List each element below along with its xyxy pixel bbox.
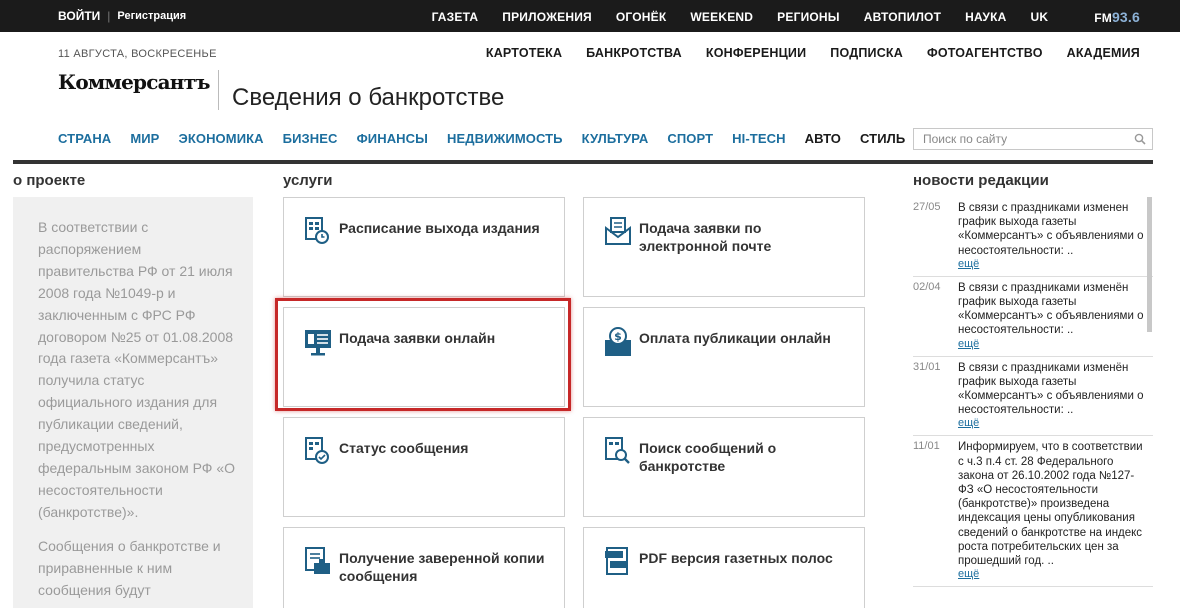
about-paragraph-2: Сообщения о банкротстве и приравненные к…: [38, 537, 221, 598]
service-label: Получение заверенной копии сообщения: [339, 550, 545, 584]
about-panel: В соответствии с распоряжением правитель…: [13, 197, 253, 608]
main-nav-economy[interactable]: ЭКОНОМИКА: [178, 131, 263, 146]
top-nav-autopilot[interactable]: АВТОПИЛОТ: [864, 10, 941, 24]
main-nav: СТРАНА МИР ЭКОНОМИКА БИЗНЕС ФИНАНСЫ НЕДВ…: [58, 131, 924, 146]
news-item: 02/04 В связи с праздниками изменён граф…: [913, 277, 1153, 357]
main-nav-sport[interactable]: СПОРТ: [667, 131, 713, 146]
news-item: 27/05 В связи с праздниками изменен граф…: [913, 197, 1153, 277]
about-paragraph-1: В соответствии с распоряжением правитель…: [38, 219, 235, 520]
news-text: В связи с праздниками изменён график вых…: [958, 281, 1144, 337]
top-nav-ogonek[interactable]: ОГОНЁК: [616, 10, 667, 24]
about-heading: о проекте: [13, 172, 86, 189]
top-nav: ГАЗЕТА ПРИЛОЖЕНИЯ ОГОНЁК WEEKEND РЕГИОНЫ…: [408, 9, 1140, 25]
payment-bag-icon: $: [605, 327, 631, 356]
auth-separator: |: [107, 9, 111, 23]
top-nav-gazeta[interactable]: ГАЗЕТА: [432, 10, 479, 24]
news-text: В связи с праздниками изменен график вых…: [958, 202, 1144, 257]
fm-label: FM: [1094, 11, 1112, 25]
services-heading: услуги: [283, 172, 333, 189]
news-more-link[interactable]: ещё: [958, 258, 1153, 271]
page-title: Сведения о банкротстве: [232, 84, 505, 111]
certified-copy-icon: [305, 547, 330, 574]
news-more-link[interactable]: ещё: [958, 417, 1153, 430]
news-text: Информируем, что в соответствии с ч.3 п.…: [958, 441, 1143, 568]
logo-divider: [218, 70, 219, 110]
main-nav-world[interactable]: МИР: [130, 131, 159, 146]
top-nav-science[interactable]: НАУКА: [965, 10, 1006, 24]
main-nav-style[interactable]: СТИЛЬ: [860, 131, 905, 146]
pdf-xml-icon: [605, 547, 628, 575]
main-nav-finance[interactable]: ФИНАНСЫ: [357, 131, 428, 146]
search-icon[interactable]: [1134, 133, 1146, 145]
main-nav-culture[interactable]: КУЛЬТУРА: [582, 131, 649, 146]
service-label: PDF версия газетных полос: [639, 550, 833, 566]
site-search: [913, 128, 1153, 150]
news-more-link[interactable]: ещё: [958, 338, 1153, 351]
schedule-doc-icon: [305, 217, 329, 244]
sec-nav-kartoteka[interactable]: КАРТОТЕКА: [486, 46, 562, 60]
main-nav-realty[interactable]: НЕДВИЖИМОСТЬ: [447, 131, 563, 146]
service-label: Статус сообщения: [339, 440, 469, 456]
news-date: 11/01: [913, 440, 940, 453]
main-nav-country[interactable]: СТРАНА: [58, 131, 111, 146]
news-item: 11/01 Информируем, что в соответствии с …: [913, 436, 1153, 588]
news-date: 02/04: [913, 280, 941, 293]
login-link[interactable]: ВОЙТИ: [58, 9, 100, 23]
top-nav-uk[interactable]: UK: [1030, 10, 1048, 24]
service-label: Подача заявки по электронной почте: [639, 220, 772, 254]
service-card-certified-copy[interactable]: Получение заверенной копии сообщения: [283, 527, 565, 608]
news-text: В связи с праздниками изменён график вых…: [958, 361, 1144, 417]
service-label: Оплата публикации онлайн: [639, 330, 831, 346]
top-nav-regions[interactable]: РЕГИОНЫ: [777, 10, 840, 24]
service-card-pdf[interactable]: PDF версия газетных полос: [583, 527, 865, 608]
highlight-box: [275, 298, 571, 411]
search-doc-icon: [605, 437, 630, 464]
top-nav-apps[interactable]: ПРИЛОЖЕНИЯ: [502, 10, 592, 24]
news-date: 27/05: [913, 201, 941, 213]
sec-nav-bankruptcies[interactable]: БАНКРОТСТВА: [586, 46, 682, 60]
fm-radio-link[interactable]: FM93.6: [1070, 9, 1140, 25]
news-list: 27/05 В связи с праздниками изменен граф…: [913, 197, 1153, 608]
site-logo[interactable]: Коммерсантъ: [58, 70, 211, 94]
service-card-search[interactable]: Поиск сообщений о банкротстве: [583, 417, 865, 517]
main-nav-business[interactable]: БИЗНЕС: [283, 131, 338, 146]
service-label: Расписание выхода издания: [339, 220, 540, 236]
main-nav-auto[interactable]: АВТО: [805, 131, 841, 146]
register-link[interactable]: Регистрация: [117, 10, 186, 22]
svg-text:$: $: [614, 330, 622, 343]
service-card-payment[interactable]: $ Оплата публикации онлайн: [583, 307, 865, 407]
top-nav-weekend[interactable]: WEEKEND: [690, 10, 753, 24]
service-card-schedule[interactable]: Расписание выхода издания: [283, 197, 565, 297]
sec-nav-photo-agency[interactable]: ФОТОАГЕНТСТВО: [927, 46, 1043, 60]
news-more-link[interactable]: ещё: [958, 568, 1153, 581]
service-card-status[interactable]: Статус сообщения: [283, 417, 565, 517]
header-divider: [13, 160, 1153, 164]
fm-frequency: 93.6: [1111, 9, 1140, 25]
news-date: 31/01: [913, 360, 941, 373]
search-input[interactable]: [914, 129, 1124, 149]
news-item: 31/01 В связи с праздниками изменён граф…: [913, 357, 1153, 437]
auth-links: ВОЙТИ | Регистрация: [58, 9, 186, 23]
top-bar: ВОЙТИ | Регистрация ГАЗЕТА ПРИЛОЖЕНИЯ ОГ…: [0, 0, 1180, 32]
current-date: 11 АВГУСТА, ВОСКРЕСЕНЬЕ: [58, 48, 217, 60]
news-scrollbar[interactable]: [1147, 197, 1152, 332]
status-doc-icon: [305, 437, 329, 464]
service-card-email[interactable]: Подача заявки по электронной почте: [583, 197, 865, 297]
main-nav-hitech[interactable]: HI-TECH: [732, 131, 785, 146]
news-heading: новости редакции: [913, 172, 1049, 189]
sec-nav-conferences[interactable]: КОНФЕРЕНЦИИ: [706, 46, 806, 60]
sec-nav-academy[interactable]: АКАДЕМИЯ: [1067, 46, 1140, 60]
email-doc-icon: [605, 217, 631, 245]
secondary-nav: КАРТОТЕКА БАНКРОТСТВА КОНФЕРЕНЦИИ ПОДПИС…: [462, 46, 1140, 60]
sec-nav-subscription[interactable]: ПОДПИСКА: [830, 46, 903, 60]
service-label: Поиск сообщений о банкротстве: [639, 440, 777, 474]
